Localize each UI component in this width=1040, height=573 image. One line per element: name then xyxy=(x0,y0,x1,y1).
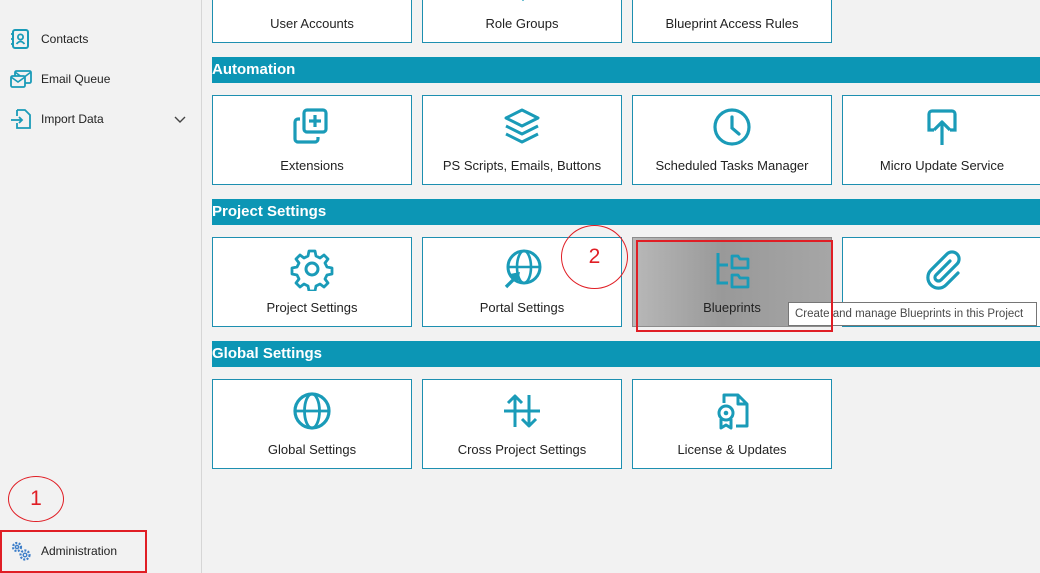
tile-license-updates[interactable]: License & Updates xyxy=(632,379,832,469)
tile-micro-update-service[interactable]: Micro Update Service xyxy=(842,95,1040,185)
tile-extensions[interactable]: Extensions xyxy=(212,95,412,185)
sidebar-item-contacts[interactable]: Contacts xyxy=(0,22,200,56)
administration-panel: User Accounts Role Groups Blueprint Acce… xyxy=(202,0,1040,573)
layers-icon xyxy=(504,108,540,144)
step-2-number: 2 xyxy=(588,245,601,268)
sidebar-item-label: Administration xyxy=(41,544,118,558)
globe-arrow-icon xyxy=(504,249,542,289)
gear-icon xyxy=(290,249,334,291)
contacts-icon xyxy=(11,29,29,49)
tile-label: PS Scripts, Emails, Buttons xyxy=(442,158,602,173)
import-icon xyxy=(11,109,31,129)
tile-label: Project Settings xyxy=(266,300,358,315)
sidebar-item-email-queue[interactable]: Email Queue xyxy=(0,62,200,96)
chevron-down-icon[interactable] xyxy=(172,111,188,127)
tile-scheduled-tasks[interactable]: Scheduled Tasks Manager xyxy=(632,95,832,185)
tile-global-settings[interactable]: Global Settings xyxy=(212,379,412,469)
tile-ps-scripts[interactable]: PS Scripts, Emails, Buttons xyxy=(422,95,622,185)
tile-label: Extensions xyxy=(280,158,344,173)
email-queue-icon xyxy=(10,70,32,88)
tile-label: Role Groups xyxy=(485,16,559,31)
tile-project-settings[interactable]: Project Settings xyxy=(212,237,412,327)
globe-icon xyxy=(293,392,331,430)
section-header-global-settings: Global Settings xyxy=(212,341,1040,367)
paperclip-icon xyxy=(926,250,961,290)
sidebar-item-label: Email Queue xyxy=(41,72,111,86)
tile-label: Portal Settings xyxy=(479,300,565,315)
tile-label: Cross Project Settings xyxy=(457,442,587,457)
section-title: Project Settings xyxy=(212,203,327,220)
role-groups-icon xyxy=(521,0,525,2)
sidebar-item-administration[interactable]: Administration xyxy=(0,534,200,568)
transfer-arrows-icon xyxy=(504,394,540,428)
section-header-automation: Automation xyxy=(212,57,1040,83)
tile-label: Micro Update Service xyxy=(879,158,1005,173)
tile-user-accounts[interactable]: User Accounts xyxy=(212,0,412,43)
section-title: Automation xyxy=(212,61,296,78)
tile-role-groups[interactable]: Role Groups xyxy=(422,0,622,43)
tile-blueprint-access-rules[interactable]: Blueprint Access Rules xyxy=(632,0,832,43)
upload-icon xyxy=(927,109,957,145)
blueprints-tooltip: Create and manage Blueprints in this Pro… xyxy=(788,302,1037,326)
tile-cross-project-settings[interactable]: Cross Project Settings xyxy=(422,379,622,469)
tile-label: User Accounts xyxy=(270,16,354,31)
tile-label: Scheduled Tasks Manager xyxy=(655,158,809,173)
extensions-icon xyxy=(293,108,328,144)
sidebar-item-label: Import Data xyxy=(41,112,104,126)
sidebar-item-import-data[interactable]: Import Data xyxy=(0,102,200,136)
section-title: Global Settings xyxy=(212,345,323,362)
blueprints-icon xyxy=(716,253,750,289)
tile-label: Blueprint Access Rules xyxy=(665,16,799,31)
step-1-annotation: 1 xyxy=(8,476,64,522)
tile-label: Global Settings xyxy=(267,442,357,457)
step-1-number: 1 xyxy=(30,487,42,510)
license-certificate-icon xyxy=(717,393,749,430)
step-2-annotation: 2 xyxy=(561,225,628,289)
section-header-project-settings: Project Settings xyxy=(212,199,1040,225)
clock-icon xyxy=(713,108,751,146)
gears-icon xyxy=(11,541,31,561)
tile-label: License & Updates xyxy=(677,442,787,457)
sidebar-item-label: Contacts xyxy=(41,32,89,46)
